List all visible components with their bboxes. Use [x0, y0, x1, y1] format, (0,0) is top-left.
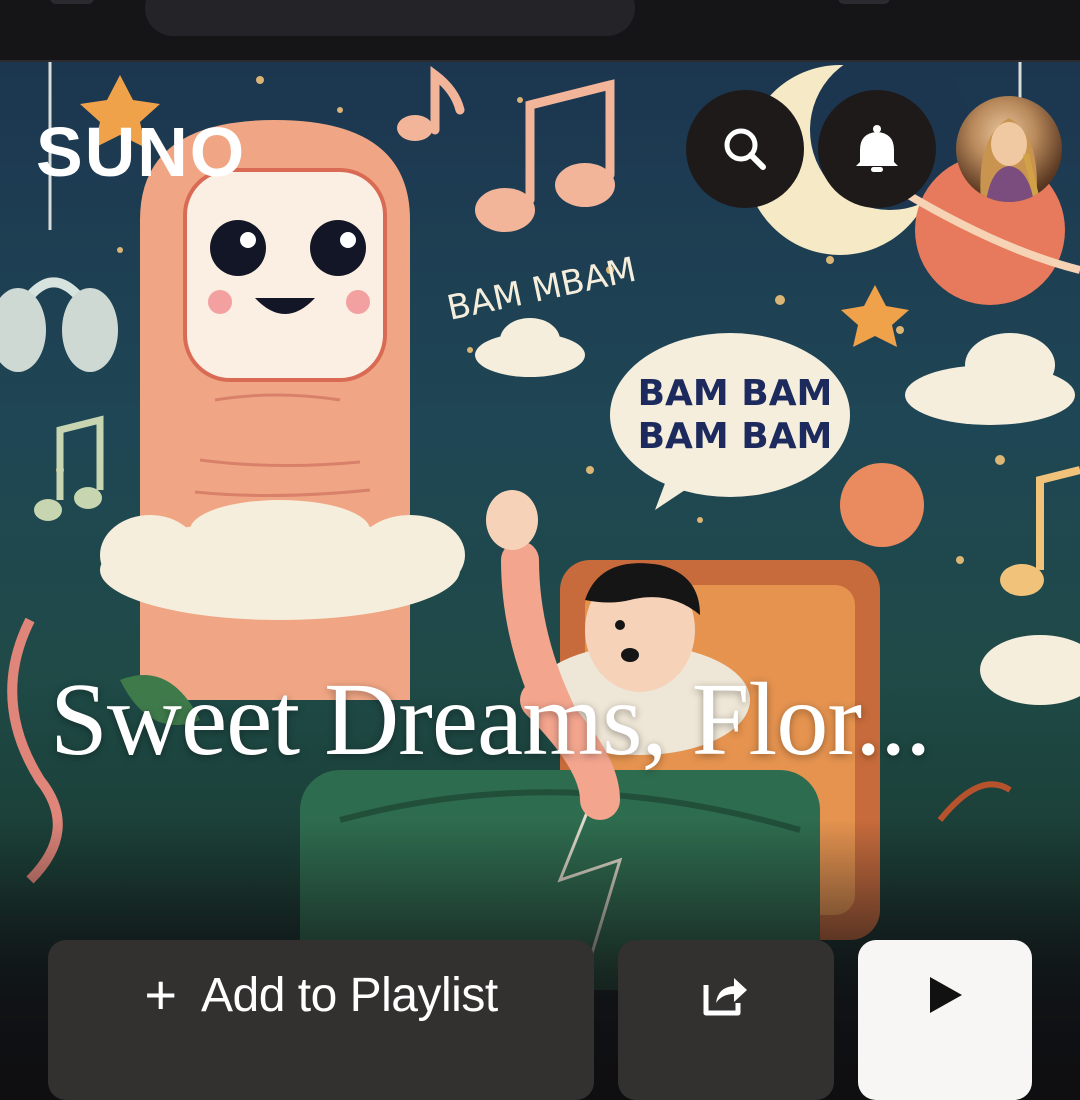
share-button[interactable] [618, 940, 834, 1100]
address-bar[interactable] [145, 0, 635, 36]
play-button[interactable] [858, 940, 1032, 1100]
user-avatar[interactable] [956, 96, 1062, 202]
song-title: Sweet Dreams, Flor... [50, 662, 931, 777]
plus-icon: + [144, 963, 178, 1026]
search-icon [724, 128, 766, 170]
add-to-playlist-label: Add to Playlist [201, 968, 498, 1022]
svg-text:BAM BAM: BAM BAM [638, 416, 833, 457]
tabs-icon[interactable] [838, 0, 890, 4]
notifications-button[interactable] [818, 90, 936, 208]
search-button[interactable] [686, 90, 804, 208]
browser-top-bar [0, 0, 1080, 62]
share-icon [703, 978, 747, 1016]
menu-icon[interactable] [50, 0, 94, 4]
song-cover-hero: BAM BAM BAM BAM BAM MBAM [0, 62, 1080, 1080]
add-to-playlist-button[interactable]: + Add to Playlist [48, 940, 594, 1100]
suno-logo[interactable]: SUNO [36, 112, 246, 192]
svg-text:BAM BAM: BAM BAM [638, 373, 833, 414]
svg-text:BAM MBAM: BAM MBAM [444, 250, 640, 329]
bell-icon [856, 125, 898, 172]
play-icon [930, 977, 962, 1013]
